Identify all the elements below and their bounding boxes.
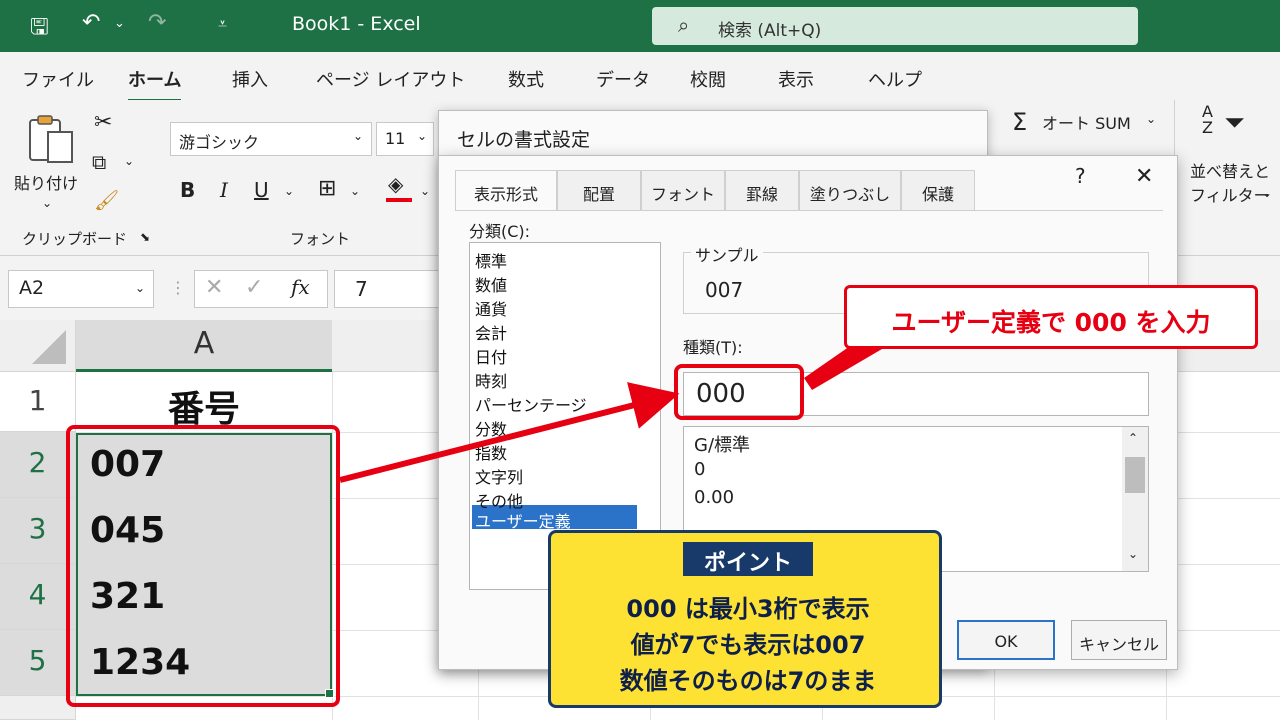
point-title: ポイント: [683, 542, 813, 576]
point-box: ポイント 000 は最小3桁で表示 値が7でも表示は007 数値そのものは7のま…: [548, 530, 942, 708]
point-line-3: 数値そのものは7のまま: [619, 667, 877, 695]
point-line-2: 値が7でも表示は007: [630, 631, 866, 659]
arrow-cells-to-type: [339, 382, 680, 483]
point-line-1: 000 は最小3桁で表示: [626, 595, 870, 623]
callout-box: ユーザー定義で 000 を入力: [844, 285, 1258, 349]
